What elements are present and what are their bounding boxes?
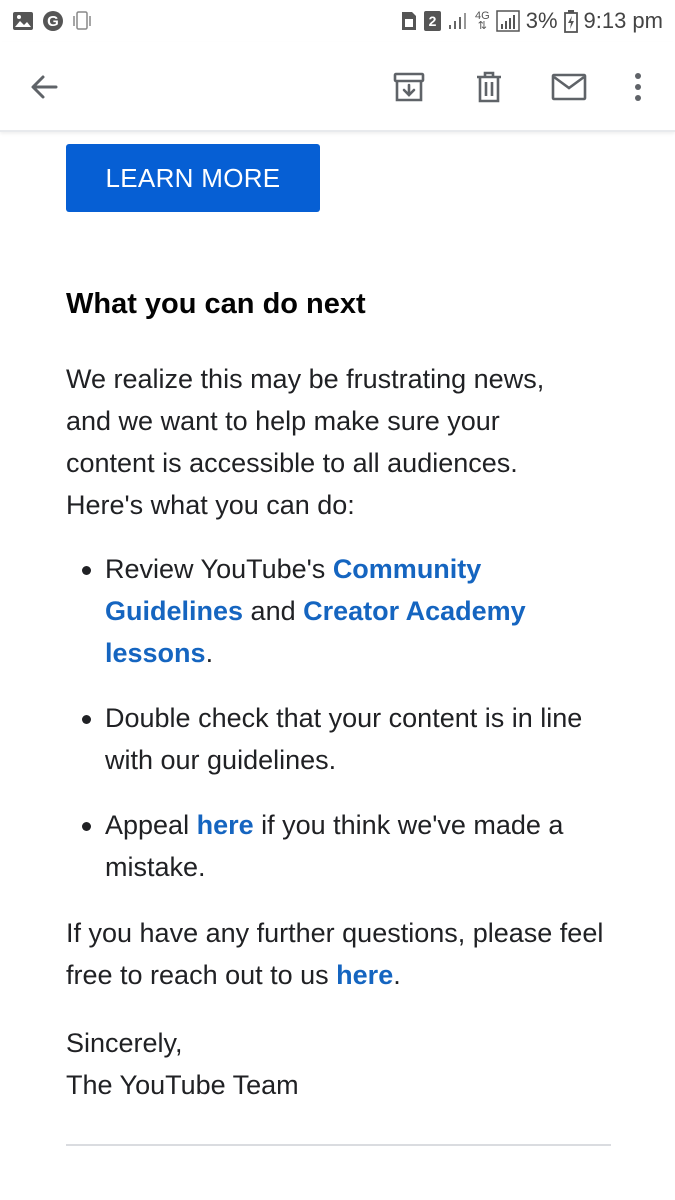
archive-icon: [393, 72, 425, 102]
section-heading: What you can do next: [66, 288, 366, 320]
network-type: 4G ⇅: [475, 11, 490, 32]
questions-paragraph: If you have any further questions, pleas…: [66, 912, 626, 996]
review-text: Review YouTube's: [105, 554, 333, 584]
more-vert-icon: [635, 73, 641, 101]
signal-icon-2: [495, 10, 520, 32]
divider: [66, 1144, 611, 1146]
learn-more-button[interactable]: LEARN MORE: [66, 144, 320, 212]
delete-icon: [477, 71, 501, 103]
appeal-link[interactable]: here: [197, 810, 254, 840]
status-bar: G 2 4G ⇅ 3% 9:13 pm: [0, 0, 675, 42]
signoff-block: Sincerely, The YouTube Team: [66, 1022, 626, 1106]
clock: 9:13 pm: [583, 8, 664, 33]
list-item-appeal: Appeal here if you think we've made a mi…: [66, 804, 626, 888]
vibrate-icon: [72, 10, 92, 32]
mail-icon: [551, 73, 587, 101]
screen: G 2 4G ⇅ 3% 9:13 pm LEARN MORE What you …: [0, 0, 675, 1200]
questions-suffix: .: [393, 960, 401, 990]
gallery-icon: [12, 11, 34, 31]
signal-icon: [447, 11, 469, 31]
more-options-button[interactable]: [611, 60, 665, 114]
action-list: Review YouTube's Community Guidelines an…: [66, 548, 626, 911]
period-text: .: [205, 638, 214, 668]
status-left: G: [12, 10, 92, 32]
double-check-text: Double check that your content is in lin…: [105, 703, 583, 775]
and-text: and: [243, 596, 304, 626]
mark-unread-button[interactable]: [542, 60, 596, 114]
appeal-text: Appeal: [105, 810, 197, 840]
signoff: Sincerely,: [66, 1028, 183, 1058]
battery-percent: 3%: [525, 8, 558, 33]
contact-link[interactable]: here: [336, 960, 393, 990]
svg-text:G: G: [47, 13, 59, 30]
list-item-review: Review YouTube's Community Guidelines an…: [66, 548, 626, 674]
app-bar: [0, 42, 675, 132]
questions-text: If you have any further questions, pleas…: [66, 918, 604, 990]
data-arrows-icon: ⇅: [477, 20, 487, 32]
back-button[interactable]: [17, 60, 71, 114]
list-item-double-check: Double check that your content is in lin…: [66, 697, 626, 781]
battery-icon: [563, 9, 578, 33]
intro-paragraph: We realize this may be frustrating news,…: [66, 364, 545, 520]
archive-button[interactable]: [382, 60, 436, 114]
status-right: 2 4G ⇅ 3% 9:13 pm: [400, 8, 663, 34]
sim-number-badge: 2: [424, 11, 442, 31]
delete-button[interactable]: [462, 60, 516, 114]
google-icon: G: [42, 10, 64, 32]
signature: The YouTube Team: [66, 1070, 299, 1100]
sim-icon: [400, 10, 418, 32]
back-arrow-icon: [31, 75, 58, 99]
